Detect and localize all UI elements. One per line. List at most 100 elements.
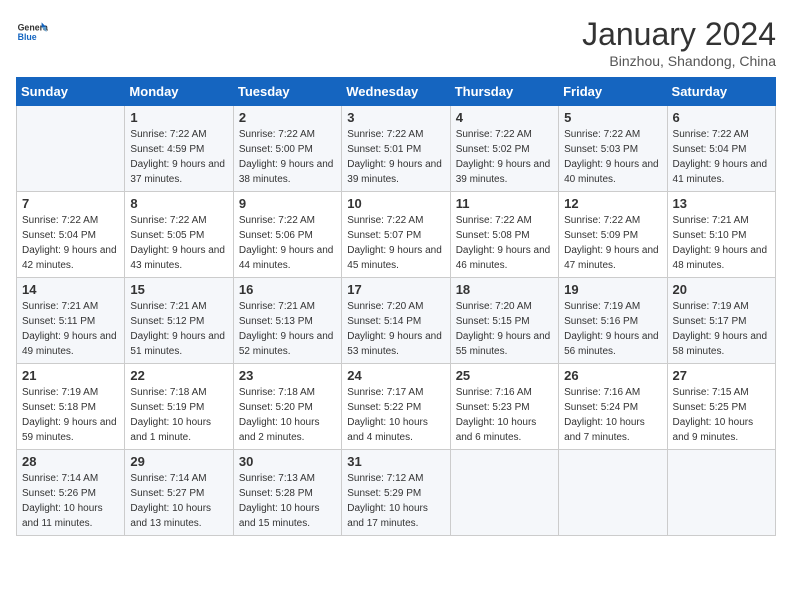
col-header-thursday: Thursday: [450, 78, 558, 106]
day-number: 12: [564, 196, 661, 211]
day-info: Sunrise: 7:18 AMSunset: 5:19 PMDaylight:…: [130, 385, 227, 445]
calendar-cell: 29 Sunrise: 7:14 AMSunset: 5:27 PMDaylig…: [125, 450, 233, 536]
day-number: 23: [239, 368, 336, 383]
col-header-saturday: Saturday: [667, 78, 775, 106]
day-info: Sunrise: 7:22 AMSunset: 5:01 PMDaylight:…: [347, 127, 444, 187]
day-number: 14: [22, 282, 119, 297]
day-info: Sunrise: 7:14 AMSunset: 5:26 PMDaylight:…: [22, 471, 119, 531]
calendar-cell: [559, 450, 667, 536]
calendar-cell: [667, 450, 775, 536]
day-number: 8: [130, 196, 227, 211]
calendar-cell: 24 Sunrise: 7:17 AMSunset: 5:22 PMDaylig…: [342, 364, 450, 450]
day-number: 26: [564, 368, 661, 383]
day-number: 21: [22, 368, 119, 383]
day-info: Sunrise: 7:20 AMSunset: 5:15 PMDaylight:…: [456, 299, 553, 359]
day-info: Sunrise: 7:21 AMSunset: 5:12 PMDaylight:…: [130, 299, 227, 359]
col-header-tuesday: Tuesday: [233, 78, 341, 106]
calendar-cell: 10 Sunrise: 7:22 AMSunset: 5:07 PMDaylig…: [342, 192, 450, 278]
day-info: Sunrise: 7:14 AMSunset: 5:27 PMDaylight:…: [130, 471, 227, 531]
day-info: Sunrise: 7:21 AMSunset: 5:13 PMDaylight:…: [239, 299, 336, 359]
day-info: Sunrise: 7:19 AMSunset: 5:16 PMDaylight:…: [564, 299, 661, 359]
day-info: Sunrise: 7:19 AMSunset: 5:17 PMDaylight:…: [673, 299, 770, 359]
day-number: 27: [673, 368, 770, 383]
calendar-cell: 22 Sunrise: 7:18 AMSunset: 5:19 PMDaylig…: [125, 364, 233, 450]
day-number: 17: [347, 282, 444, 297]
calendar-cell: 4 Sunrise: 7:22 AMSunset: 5:02 PMDayligh…: [450, 106, 558, 192]
day-number: 15: [130, 282, 227, 297]
title-block: January 2024 Binzhou, Shandong, China: [582, 16, 776, 69]
day-info: Sunrise: 7:22 AMSunset: 5:04 PMDaylight:…: [673, 127, 770, 187]
calendar-cell: 21 Sunrise: 7:19 AMSunset: 5:18 PMDaylig…: [17, 364, 125, 450]
logo: General Blue: [16, 16, 48, 48]
day-info: Sunrise: 7:22 AMSunset: 5:08 PMDaylight:…: [456, 213, 553, 273]
calendar-week-row: 21 Sunrise: 7:19 AMSunset: 5:18 PMDaylig…: [17, 364, 776, 450]
day-info: Sunrise: 7:22 AMSunset: 5:03 PMDaylight:…: [564, 127, 661, 187]
calendar-cell: 7 Sunrise: 7:22 AMSunset: 5:04 PMDayligh…: [17, 192, 125, 278]
calendar-cell: 30 Sunrise: 7:13 AMSunset: 5:28 PMDaylig…: [233, 450, 341, 536]
day-number: 31: [347, 454, 444, 469]
logo-icon: General Blue: [16, 16, 48, 48]
day-number: 2: [239, 110, 336, 125]
day-number: 13: [673, 196, 770, 211]
day-info: Sunrise: 7:22 AMSunset: 5:07 PMDaylight:…: [347, 213, 444, 273]
calendar-cell: 17 Sunrise: 7:20 AMSunset: 5:14 PMDaylig…: [342, 278, 450, 364]
calendar-cell: 20 Sunrise: 7:19 AMSunset: 5:17 PMDaylig…: [667, 278, 775, 364]
calendar-cell: 15 Sunrise: 7:21 AMSunset: 5:12 PMDaylig…: [125, 278, 233, 364]
calendar-cell: 12 Sunrise: 7:22 AMSunset: 5:09 PMDaylig…: [559, 192, 667, 278]
day-info: Sunrise: 7:22 AMSunset: 4:59 PMDaylight:…: [130, 127, 227, 187]
day-info: Sunrise: 7:18 AMSunset: 5:20 PMDaylight:…: [239, 385, 336, 445]
calendar-cell: 19 Sunrise: 7:19 AMSunset: 5:16 PMDaylig…: [559, 278, 667, 364]
calendar-cell: 31 Sunrise: 7:12 AMSunset: 5:29 PMDaylig…: [342, 450, 450, 536]
calendar-cell: 11 Sunrise: 7:22 AMSunset: 5:08 PMDaylig…: [450, 192, 558, 278]
day-info: Sunrise: 7:16 AMSunset: 5:23 PMDaylight:…: [456, 385, 553, 445]
day-info: Sunrise: 7:21 AMSunset: 5:11 PMDaylight:…: [22, 299, 119, 359]
calendar-cell: 1 Sunrise: 7:22 AMSunset: 4:59 PMDayligh…: [125, 106, 233, 192]
day-number: 4: [456, 110, 553, 125]
col-header-friday: Friday: [559, 78, 667, 106]
day-info: Sunrise: 7:17 AMSunset: 5:22 PMDaylight:…: [347, 385, 444, 445]
day-info: Sunrise: 7:13 AMSunset: 5:28 PMDaylight:…: [239, 471, 336, 531]
calendar-cell: 23 Sunrise: 7:18 AMSunset: 5:20 PMDaylig…: [233, 364, 341, 450]
col-header-sunday: Sunday: [17, 78, 125, 106]
calendar-cell: 18 Sunrise: 7:20 AMSunset: 5:15 PMDaylig…: [450, 278, 558, 364]
day-number: 24: [347, 368, 444, 383]
day-number: 10: [347, 196, 444, 211]
day-number: 19: [564, 282, 661, 297]
calendar-cell: 27 Sunrise: 7:15 AMSunset: 5:25 PMDaylig…: [667, 364, 775, 450]
day-number: 28: [22, 454, 119, 469]
day-info: Sunrise: 7:16 AMSunset: 5:24 PMDaylight:…: [564, 385, 661, 445]
calendar-cell: 16 Sunrise: 7:21 AMSunset: 5:13 PMDaylig…: [233, 278, 341, 364]
day-number: 20: [673, 282, 770, 297]
calendar-cell: 5 Sunrise: 7:22 AMSunset: 5:03 PMDayligh…: [559, 106, 667, 192]
col-header-monday: Monday: [125, 78, 233, 106]
day-number: 5: [564, 110, 661, 125]
calendar-cell: 26 Sunrise: 7:16 AMSunset: 5:24 PMDaylig…: [559, 364, 667, 450]
day-info: Sunrise: 7:22 AMSunset: 5:04 PMDaylight:…: [22, 213, 119, 273]
location: Binzhou, Shandong, China: [582, 53, 776, 69]
calendar-week-row: 28 Sunrise: 7:14 AMSunset: 5:26 PMDaylig…: [17, 450, 776, 536]
calendar-cell: 6 Sunrise: 7:22 AMSunset: 5:04 PMDayligh…: [667, 106, 775, 192]
calendar-cell: 8 Sunrise: 7:22 AMSunset: 5:05 PMDayligh…: [125, 192, 233, 278]
day-number: 6: [673, 110, 770, 125]
calendar-cell: 2 Sunrise: 7:22 AMSunset: 5:00 PMDayligh…: [233, 106, 341, 192]
day-info: Sunrise: 7:12 AMSunset: 5:29 PMDaylight:…: [347, 471, 444, 531]
day-number: 25: [456, 368, 553, 383]
calendar-cell: 9 Sunrise: 7:22 AMSunset: 5:06 PMDayligh…: [233, 192, 341, 278]
day-info: Sunrise: 7:22 AMSunset: 5:06 PMDaylight:…: [239, 213, 336, 273]
calendar-week-row: 7 Sunrise: 7:22 AMSunset: 5:04 PMDayligh…: [17, 192, 776, 278]
day-number: 11: [456, 196, 553, 211]
calendar-table: SundayMondayTuesdayWednesdayThursdayFrid…: [16, 77, 776, 536]
day-number: 3: [347, 110, 444, 125]
calendar-cell: [450, 450, 558, 536]
calendar-cell: 28 Sunrise: 7:14 AMSunset: 5:26 PMDaylig…: [17, 450, 125, 536]
day-number: 18: [456, 282, 553, 297]
day-number: 16: [239, 282, 336, 297]
calendar-cell: 14 Sunrise: 7:21 AMSunset: 5:11 PMDaylig…: [17, 278, 125, 364]
day-info: Sunrise: 7:22 AMSunset: 5:02 PMDaylight:…: [456, 127, 553, 187]
day-number: 7: [22, 196, 119, 211]
calendar-cell: 25 Sunrise: 7:16 AMSunset: 5:23 PMDaylig…: [450, 364, 558, 450]
day-number: 1: [130, 110, 227, 125]
day-info: Sunrise: 7:20 AMSunset: 5:14 PMDaylight:…: [347, 299, 444, 359]
calendar-cell: [17, 106, 125, 192]
svg-text:Blue: Blue: [18, 32, 37, 42]
